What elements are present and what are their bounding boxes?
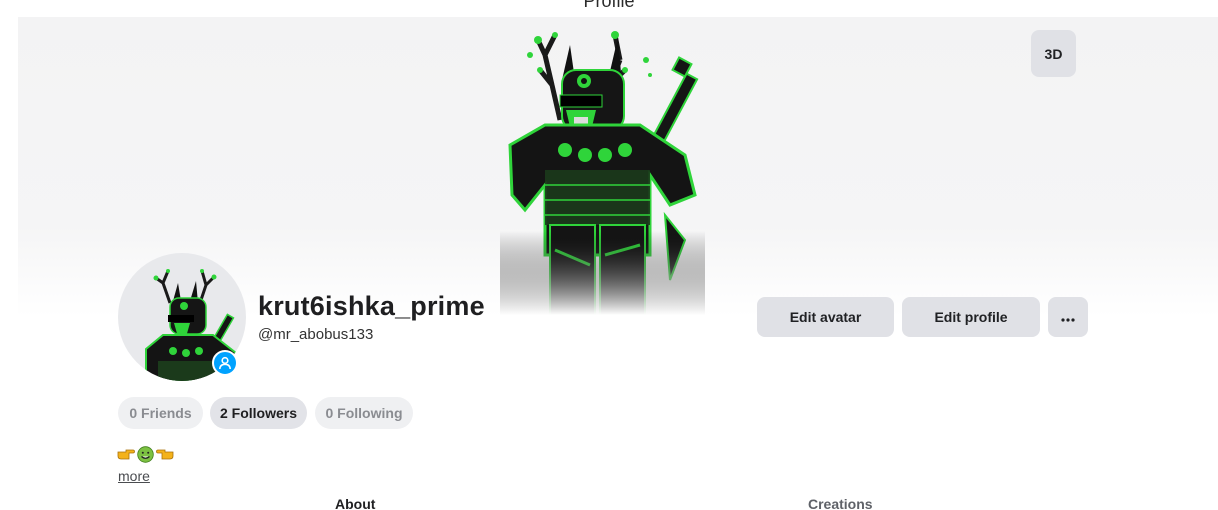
online-status-icon: [212, 350, 238, 376]
bio-text: [117, 444, 174, 464]
pointing-left-emoji: [156, 449, 174, 460]
followers-count-pill[interactable]: 2 Followers: [210, 397, 307, 429]
nauseated-face-emoji: [137, 445, 154, 463]
display-name: krut6ishka_prime: [258, 291, 485, 321]
avatar[interactable]: [118, 253, 246, 381]
bio-more-link[interactable]: more: [118, 468, 150, 484]
page-title: Profile: [583, 0, 635, 11]
avatar-3d-render[interactable]: [500, 15, 705, 316]
friends-count-pill[interactable]: 0 Friends: [118, 397, 203, 429]
edit-avatar-button[interactable]: Edit avatar: [757, 297, 894, 337]
more-dots-icon: [1061, 309, 1075, 325]
view-3d-toggle[interactable]: 3D: [1031, 30, 1076, 77]
more-options-button[interactable]: [1048, 297, 1088, 337]
tab-creations[interactable]: Creations: [808, 496, 873, 510]
following-count-pill[interactable]: 0 Following: [315, 397, 413, 429]
username: @mr_abobus133: [258, 326, 374, 343]
pointing-right-emoji: [117, 449, 135, 460]
edit-profile-button[interactable]: Edit profile: [902, 297, 1040, 337]
tab-about[interactable]: About: [335, 496, 375, 510]
